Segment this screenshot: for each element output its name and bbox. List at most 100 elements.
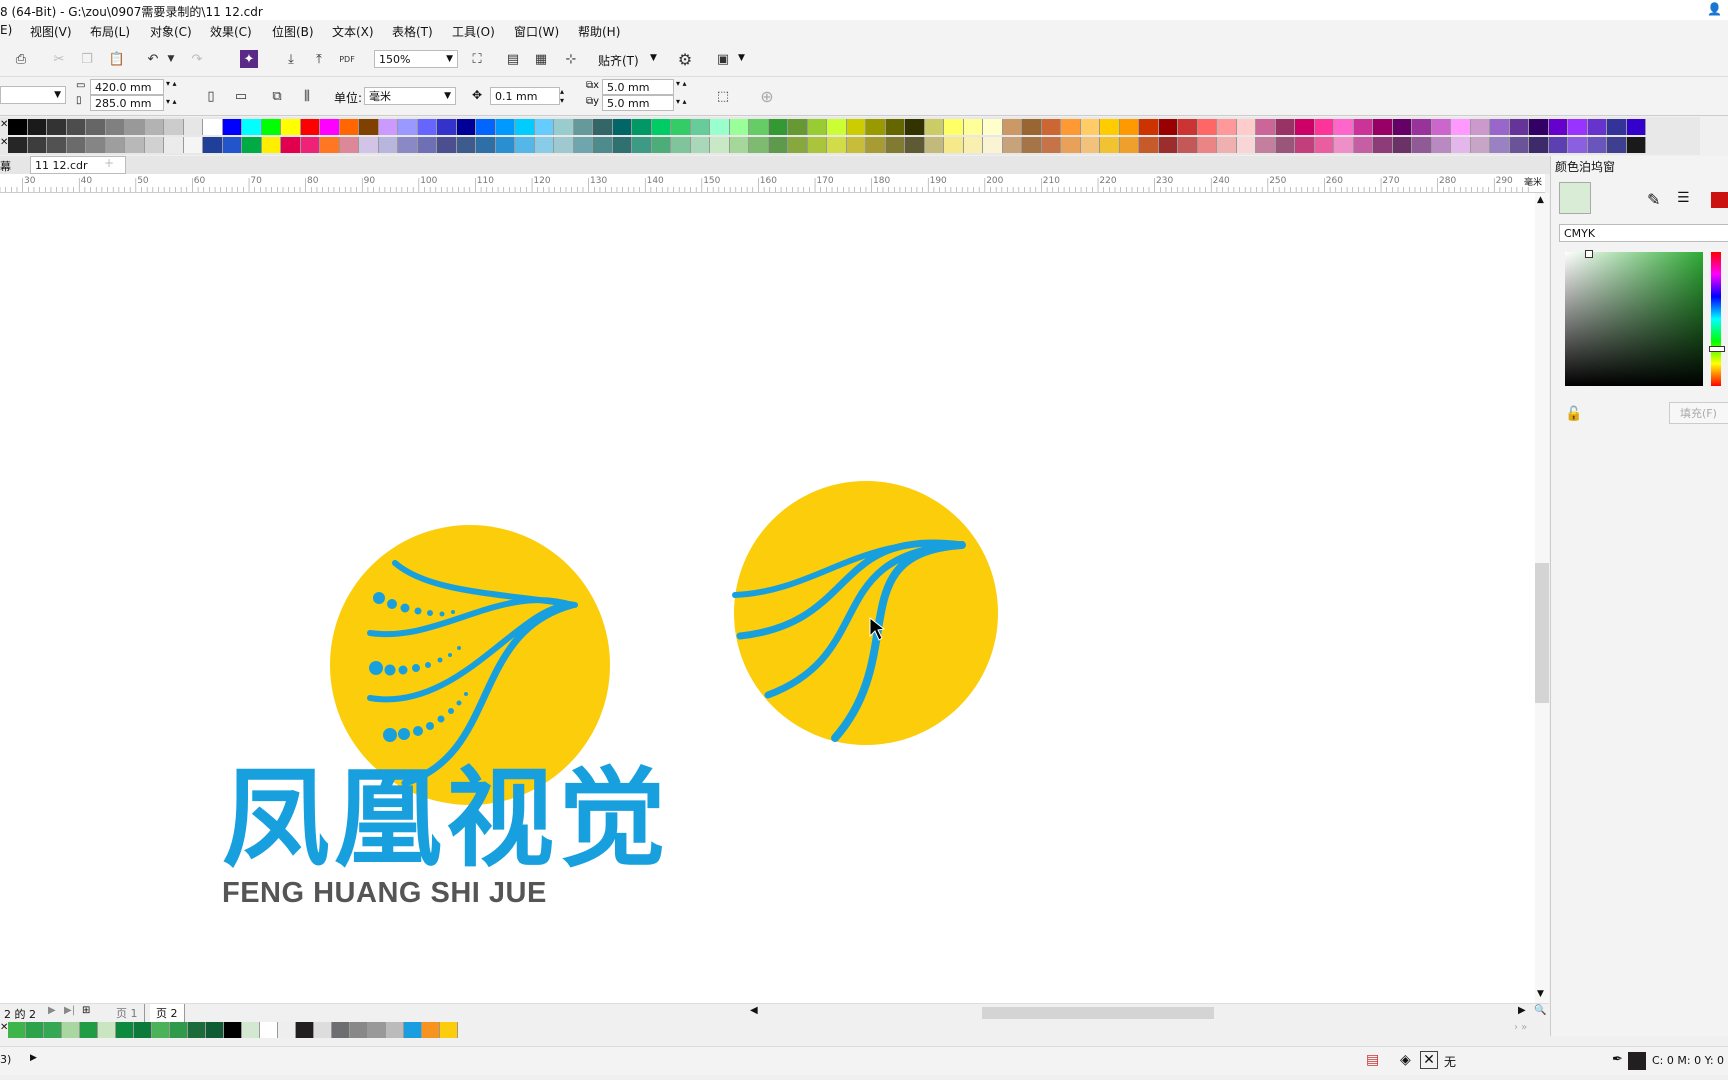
- unlock-icon[interactable]: 🔓: [1565, 406, 1582, 422]
- palette-swatch[interactable]: [8, 137, 28, 153]
- no-fill-swatch[interactable]: ✕: [1420, 1051, 1438, 1069]
- page-height-field[interactable]: 285.0 mm: [90, 95, 164, 111]
- palette-swatch[interactable]: [573, 137, 593, 153]
- horizontal-scroll-thumb[interactable]: [982, 1007, 1214, 1019]
- scroll-up-icon[interactable]: ▲: [1537, 195, 1544, 205]
- palette-swatch[interactable]: [827, 119, 847, 135]
- palette-swatch[interactable]: [47, 119, 67, 135]
- palette-swatch[interactable]: [404, 1022, 422, 1038]
- duplicate-x-field[interactable]: 5.0 mm: [602, 79, 674, 95]
- palette-swatch[interactable]: [846, 137, 866, 153]
- color-model-select[interactable]: CMYK: [1559, 224, 1728, 242]
- palette-swatch[interactable]: [1217, 119, 1237, 135]
- status-expand-icon[interactable]: ▶: [30, 1053, 37, 1063]
- palette-swatch[interactable]: [1529, 137, 1549, 153]
- palette-swatch[interactable]: [651, 137, 671, 153]
- document-color-settings-icon[interactable]: ▤: [1366, 1052, 1379, 1068]
- palette-swatch[interactable]: [1275, 137, 1295, 153]
- tab-page-1[interactable]: 页 1: [110, 1004, 145, 1022]
- palette-swatch[interactable]: [866, 119, 886, 135]
- palette-swatch[interactable]: [350, 1022, 368, 1038]
- palette-swatch[interactable]: [1353, 119, 1373, 135]
- palette-swatch[interactable]: [1061, 119, 1081, 135]
- menu-effects[interactable]: 效果(C): [210, 23, 252, 40]
- palette-swatch[interactable]: [905, 137, 925, 153]
- palette-swatch[interactable]: [495, 119, 515, 135]
- vertical-scrollbar[interactable]: ▲ ▼: [1535, 193, 1549, 1003]
- palette-swatch[interactable]: [1490, 119, 1510, 135]
- palette-swatch[interactable]: [164, 137, 184, 153]
- palette-swatch[interactable]: [1100, 137, 1120, 153]
- palette-swatch[interactable]: [300, 137, 320, 153]
- palette-swatch[interactable]: [573, 119, 593, 135]
- palette-swatch[interactable]: [359, 119, 379, 135]
- nudge-distance-field[interactable]: 0.1 mm: [490, 87, 560, 105]
- treat-as-filled-icon[interactable]: ⬚: [712, 85, 734, 107]
- palette-swatch[interactable]: [456, 137, 476, 153]
- palette-swatch[interactable]: [1022, 137, 1042, 153]
- palette-swatch[interactable]: [260, 1022, 278, 1038]
- palette-swatch[interactable]: [1119, 137, 1139, 153]
- palette-swatch[interactable]: [866, 137, 886, 153]
- palette-swatch[interactable]: [632, 119, 652, 135]
- cut-icon[interactable]: ✂: [48, 48, 70, 70]
- palette-swatch[interactable]: [788, 119, 808, 135]
- palette-swatch[interactable]: [1119, 119, 1139, 135]
- no-color-swatch-bottom[interactable]: ✕: [0, 137, 8, 153]
- show-guidelines-icon[interactable]: ⊹: [560, 48, 582, 70]
- palette-swatch[interactable]: [314, 1022, 332, 1038]
- palette-swatch[interactable]: [368, 1022, 386, 1038]
- palette-swatch[interactable]: [534, 137, 554, 153]
- palette-swatch[interactable]: [47, 137, 67, 153]
- palette-swatch[interactable]: [963, 137, 983, 153]
- zoom-level-field[interactable]: 150% ▼: [374, 50, 458, 68]
- palette-swatch[interactable]: [1158, 137, 1178, 153]
- palette-swatch[interactable]: [593, 119, 613, 135]
- add-page-icon[interactable]: ⊞: [82, 1005, 90, 1016]
- next-page-icon[interactable]: ▶: [48, 1005, 56, 1016]
- palette-swatch[interactable]: [1587, 119, 1607, 135]
- palette-swatch[interactable]: [1217, 137, 1237, 153]
- palette-swatch[interactable]: [1197, 137, 1217, 153]
- palette-swatch[interactable]: [170, 1022, 188, 1038]
- color-picker-area[interactable]: [1565, 252, 1703, 386]
- palette-swatch[interactable]: [242, 119, 262, 135]
- palette-swatch[interactable]: [1392, 137, 1412, 153]
- copy-icon[interactable]: ❐: [76, 48, 98, 70]
- tab-welcome[interactable]: 幕: [0, 158, 11, 174]
- palette-swatch[interactable]: [924, 137, 944, 153]
- menu-window[interactable]: 窗口(W): [514, 23, 559, 40]
- palette-swatch[interactable]: [26, 1022, 44, 1038]
- palette-swatch[interactable]: [437, 137, 457, 153]
- palette-swatch[interactable]: [554, 119, 574, 135]
- palette-swatch[interactable]: [593, 137, 613, 153]
- import-icon[interactable]: ⤓: [280, 48, 302, 70]
- palette-swatch[interactable]: [378, 119, 398, 135]
- palette-swatch[interactable]: [144, 119, 164, 135]
- palette-swatch[interactable]: [66, 119, 86, 135]
- palette-swatch[interactable]: [105, 137, 125, 153]
- duplicate-y-field[interactable]: 5.0 mm: [602, 95, 674, 111]
- last-page-icon[interactable]: ▶|: [64, 1005, 75, 1016]
- palette-swatch[interactable]: [80, 1022, 98, 1038]
- chevron-down-icon[interactable]: ▼: [54, 90, 61, 100]
- palette-swatch[interactable]: [1470, 119, 1490, 135]
- fill-button[interactable]: 填充(F): [1669, 402, 1728, 424]
- palette-swatch[interactable]: [1334, 137, 1354, 153]
- palette-swatch[interactable]: [386, 1022, 404, 1038]
- palette-swatch[interactable]: [1412, 119, 1432, 135]
- palette-swatch[interactable]: [44, 1022, 62, 1038]
- palette-swatch[interactable]: [788, 137, 808, 153]
- menu-text[interactable]: 文本(X): [332, 23, 374, 40]
- palette-swatch[interactable]: [749, 119, 769, 135]
- palette-swatch[interactable]: [1080, 119, 1100, 135]
- palette-swatch[interactable]: [632, 137, 652, 153]
- palette-swatch[interactable]: [164, 119, 184, 135]
- snap-dropdown-icon[interactable]: ▼: [650, 53, 657, 63]
- palette-swatch[interactable]: [495, 137, 515, 153]
- palette-swatch[interactable]: [1002, 137, 1022, 153]
- palette-swatch[interactable]: [188, 1022, 206, 1038]
- palette-swatch[interactable]: [1256, 119, 1276, 135]
- palette-swatch[interactable]: [1022, 119, 1042, 135]
- palette-swatch[interactable]: [476, 137, 496, 153]
